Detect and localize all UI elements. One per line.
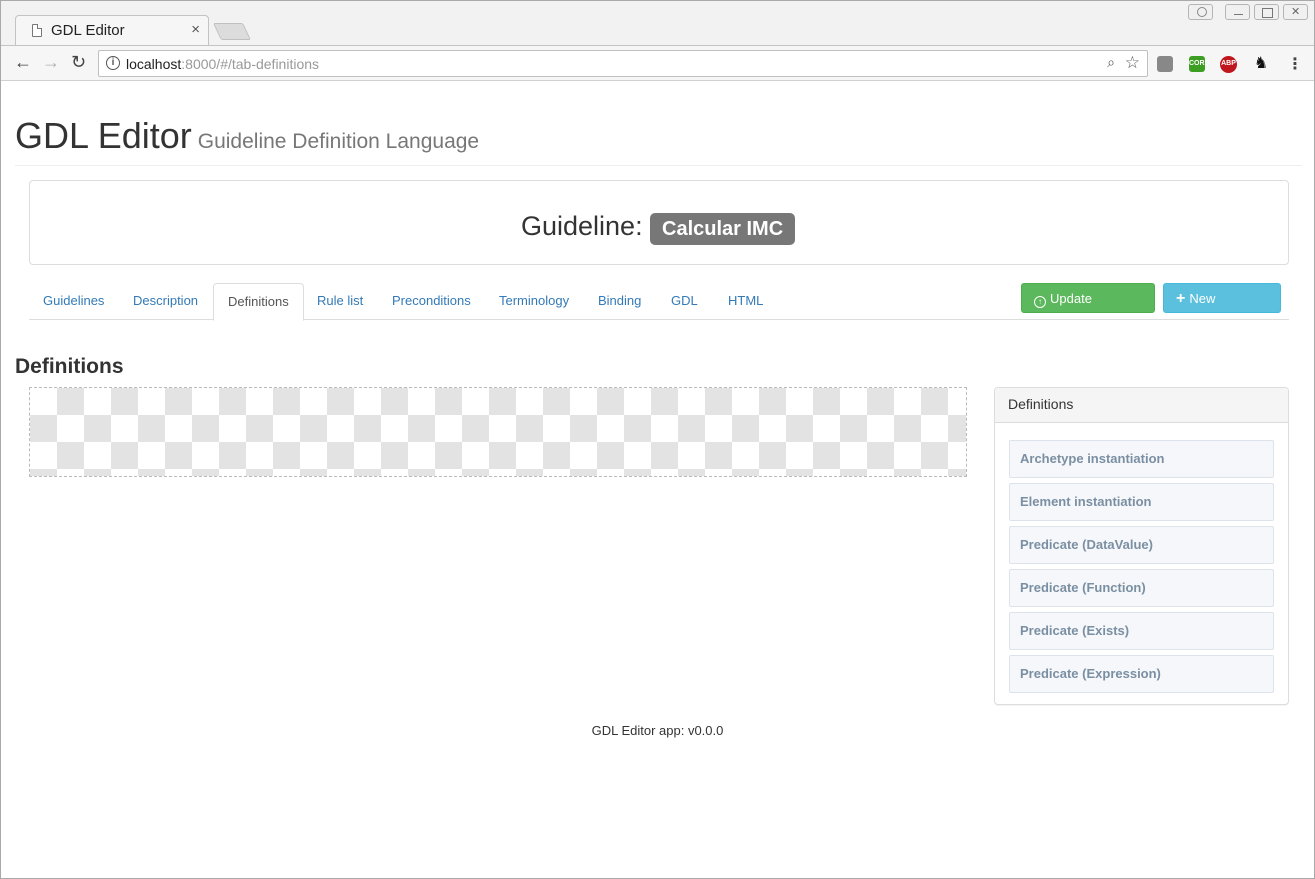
window-controls	[1188, 4, 1308, 20]
section-title: Definitions	[15, 355, 124, 378]
plus-icon: +	[1176, 290, 1186, 307]
tab-description[interactable]: Description	[119, 283, 212, 320]
definitions-panel-body: Archetype instantiation Element instanti…	[995, 423, 1288, 693]
extension-json-icon[interactable]	[1157, 56, 1173, 72]
tab-close-icon[interactable]: ×	[191, 21, 200, 38]
tab-rule-list[interactable]: Rule list	[303, 283, 377, 320]
tab-guidelines[interactable]: Guidelines	[29, 283, 118, 320]
zoom-icon[interactable]: ⌕	[1107, 54, 1115, 71]
extension-gnome-icon[interactable]: ♞	[1253, 56, 1269, 72]
url-host: localhost	[126, 56, 182, 72]
definitions-panel: Definitions Archetype instantiation Elem…	[994, 387, 1289, 705]
tab-binding[interactable]: Binding	[584, 283, 655, 320]
reload-icon[interactable]: ↻	[71, 52, 86, 72]
definitions-panel-title: Definitions	[995, 388, 1288, 423]
page-header: GDL Editor Guideline Definition Language	[15, 115, 1302, 166]
page-subtitle: Guideline Definition Language	[197, 130, 480, 153]
forward-arrow-icon[interactable]: →	[42, 52, 60, 72]
tab-preconditions[interactable]: Preconditions	[378, 283, 485, 320]
definitions-dropzone[interactable]	[29, 387, 967, 477]
def-element-instantiation[interactable]: Element instantiation	[1009, 483, 1274, 521]
bookmark-star-icon[interactable]: ☆	[1125, 53, 1140, 73]
tab-html[interactable]: HTML	[714, 283, 777, 320]
browser-toolbar: ← → ↻ i localhost:8000/#/tab-definitions…	[1, 45, 1314, 81]
url-path: :8000/#/tab-definitions	[181, 56, 320, 72]
guideline-panel: Guideline: Calcular IMC	[29, 180, 1289, 265]
browser-menu-icon[interactable]: ⋮	[1287, 54, 1303, 74]
browser-tab[interactable]: GDL Editor ×	[15, 15, 209, 45]
tab-strip: GDL Editor ×	[1, 1, 1314, 45]
minimize-button[interactable]	[1225, 4, 1250, 20]
back-arrow-icon[interactable]: ←	[14, 52, 32, 72]
def-predicate-function[interactable]: Predicate (Function)	[1009, 569, 1274, 607]
extension-adblock-icon[interactable]: ABP	[1220, 56, 1237, 73]
def-predicate-exists[interactable]: Predicate (Exists)	[1009, 612, 1274, 650]
guideline-label: Guideline:	[521, 211, 643, 241]
extension-cors-icon[interactable]: CORS	[1189, 56, 1209, 72]
arrow-up-circle-icon: ↑	[1034, 296, 1046, 308]
guideline-name-badge: Calcular IMC	[650, 213, 796, 245]
maximize-button[interactable]	[1254, 4, 1279, 20]
new-guideline-button[interactable]: + New guideline	[1163, 283, 1281, 335]
footer-version: GDL Editor app: v0.0.0	[591, 723, 724, 738]
def-archetype-instantiation[interactable]: Archetype instantiation	[1009, 440, 1274, 478]
new-tab-button[interactable]	[213, 23, 251, 40]
url-text[interactable]: localhost:8000/#/tab-definitions	[126, 56, 319, 72]
def-predicate-datavalue[interactable]: Predicate (DataValue)	[1009, 526, 1274, 564]
def-predicate-expression[interactable]: Predicate (Expression)	[1009, 655, 1274, 693]
tab-terminology[interactable]: Terminology	[485, 283, 583, 320]
browser-window: GDL Editor × ← → ↻ i localhost:8000/#/ta…	[0, 0, 1315, 879]
close-window-button[interactable]	[1283, 4, 1308, 20]
page-content: GDL Editor Guideline Definition Language …	[1, 82, 1314, 878]
page-icon	[32, 24, 42, 37]
profile-icon[interactable]	[1188, 4, 1213, 20]
browser-tab-title: GDL Editor	[51, 22, 125, 39]
update-guideline-button[interactable]: ↑ Update guideline	[1021, 283, 1155, 335]
dropzone-checkerboard	[30, 388, 966, 476]
page-title: GDL Editor	[15, 115, 192, 156]
tab-gdl[interactable]: GDL	[657, 283, 712, 320]
address-bar[interactable]: i localhost:8000/#/tab-definitions ⌕ ☆	[98, 50, 1148, 77]
tab-definitions[interactable]: Definitions	[213, 283, 304, 321]
info-icon[interactable]: i	[106, 56, 120, 70]
